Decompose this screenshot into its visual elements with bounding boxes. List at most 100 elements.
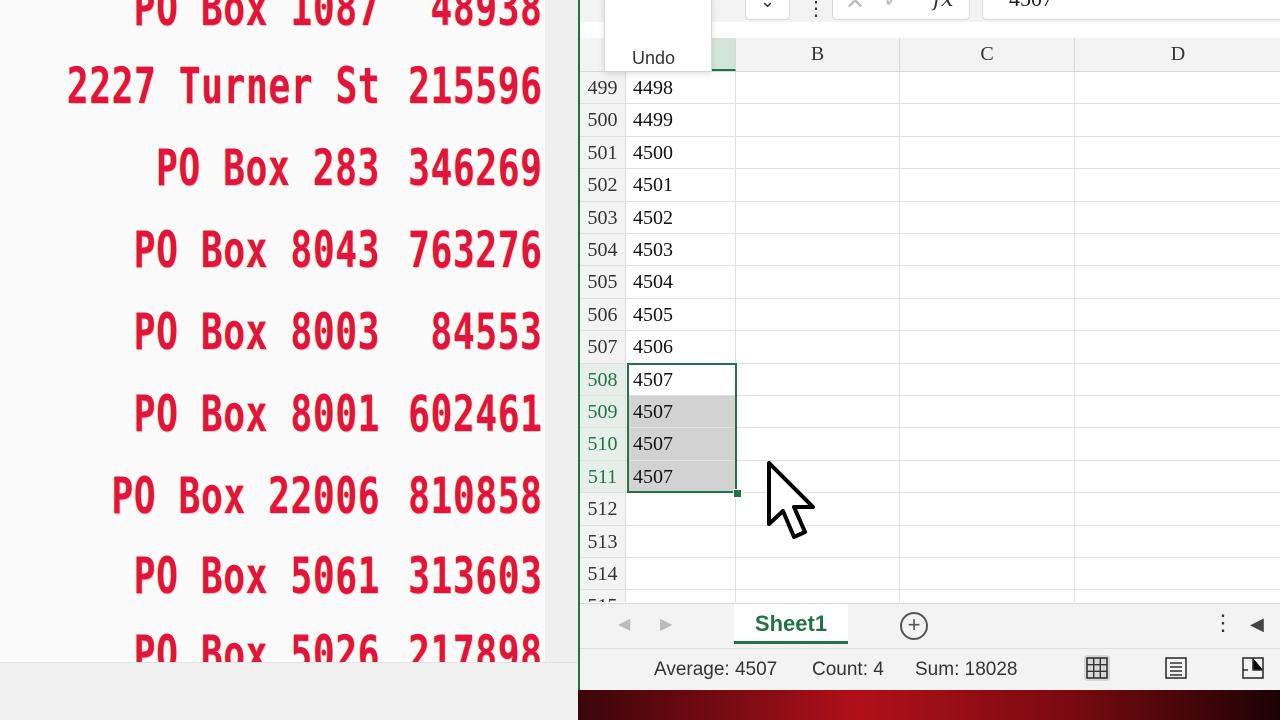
undo-tooltip[interactable]: Undo — [604, 0, 712, 72]
cell-a[interactable] — [628, 558, 736, 590]
row-header[interactable]: 506 — [580, 298, 626, 331]
page-break-view-icon[interactable] — [1240, 655, 1266, 681]
cell-c[interactable] — [900, 104, 1075, 136]
cell-a[interactable]: 4501 — [628, 169, 736, 201]
name-box-dropdown[interactable]: ⌄ — [745, 0, 790, 20]
cell-a[interactable]: 4507 — [628, 428, 736, 460]
cell-b[interactable] — [736, 363, 900, 395]
row-header[interactable]: 505 — [580, 266, 626, 298]
cell-b[interactable] — [736, 104, 900, 136]
address-number: 346269 — [408, 139, 543, 197]
address-row: PO Box 5061 313603 — [0, 536, 545, 616]
cancel-icon[interactable]: ✕ — [845, 0, 865, 16]
cell-a[interactable]: 4504 — [628, 266, 736, 298]
row-header[interactable]: 511 — [580, 460, 626, 493]
cell-c[interactable] — [900, 558, 1075, 590]
cell-a[interactable]: 4502 — [628, 201, 736, 233]
cell-c[interactable] — [900, 169, 1075, 201]
cell-c[interactable] — [900, 72, 1075, 104]
row-header[interactable]: 507 — [580, 331, 626, 363]
cell-b[interactable] — [736, 298, 900, 331]
cell-c[interactable] — [900, 266, 1075, 298]
address-text: PO Box 1087 — [133, 0, 380, 37]
address-row: PO Box 8001 602461 — [0, 374, 545, 454]
column-header-b[interactable]: B — [736, 38, 900, 71]
cell-c[interactable] — [900, 136, 1075, 169]
row-header[interactable]: 514 — [580, 558, 626, 590]
row-header[interactable]: 503 — [580, 201, 626, 233]
cell-a[interactable] — [628, 493, 736, 525]
row-header[interactable]: 499 — [580, 72, 626, 104]
formula-input[interactable]: 4507 — [982, 0, 1280, 20]
cell-a[interactable]: 4499 — [628, 104, 736, 136]
fill-handle[interactable] — [733, 489, 742, 498]
sheet-tab[interactable]: Sheet1 — [734, 604, 848, 644]
table-row: 505 4504 — [580, 266, 1280, 299]
cell-a[interactable]: 4507 — [628, 396, 736, 428]
table-row: 503 4502 — [580, 201, 1280, 234]
more-options-icon[interactable]: ⋮ — [806, 0, 826, 21]
cell-a[interactable]: 4507 — [628, 363, 736, 395]
cell-a[interactable]: 4505 — [628, 298, 736, 331]
row-header[interactable]: 504 — [580, 234, 626, 266]
spreadsheet-grid[interactable]: 499 4498 500 4499 501 4500 502 4501 503 4502 504 45… — [580, 72, 1280, 602]
cell-c[interactable] — [900, 493, 1075, 525]
row-header[interactable]: 508 — [580, 363, 626, 395]
cell-b[interactable] — [736, 234, 900, 266]
cell-a[interactable] — [628, 525, 736, 557]
cell-c[interactable] — [900, 201, 1075, 233]
cell-c[interactable] — [900, 428, 1075, 460]
row-header[interactable]: 501 — [580, 136, 626, 169]
row-header[interactable]: 512 — [580, 493, 626, 525]
cell-b[interactable] — [736, 396, 900, 428]
cell-c[interactable] — [900, 234, 1075, 266]
cell-a[interactable]: 4500 — [628, 136, 736, 169]
table-row: 511 4507 — [580, 460, 1280, 494]
cell-c[interactable] — [900, 590, 1075, 602]
cell-c[interactable] — [900, 298, 1075, 331]
row-header[interactable]: 515 — [580, 590, 626, 602]
cell-a[interactable]: 4507 — [628, 460, 736, 493]
cell-b[interactable] — [736, 558, 900, 590]
cell-c[interactable] — [900, 396, 1075, 428]
sheet-tab-bar: ◀ ▶ Sheet1 + ⋮ ◀ — [580, 603, 1280, 648]
tab-options-icon[interactable]: ⋮ — [1212, 610, 1234, 636]
row-header[interactable]: 513 — [580, 525, 626, 557]
prev-sheet-icon[interactable]: ◀ — [618, 614, 630, 634]
address-row: PO Box 1087 48938 — [0, 0, 545, 48]
cell-a[interactable]: 4503 — [628, 234, 736, 266]
enter-check-icon[interactable]: ✓ — [883, 0, 901, 13]
cell-b[interactable] — [736, 72, 900, 104]
column-header-c[interactable]: C — [900, 38, 1075, 71]
table-row: 501 4500 — [580, 136, 1280, 170]
row-header[interactable]: 510 — [580, 428, 626, 460]
row-header[interactable]: 500 — [580, 104, 626, 136]
row-header[interactable]: 502 — [580, 169, 626, 201]
normal-view-icon[interactable] — [1084, 655, 1110, 681]
cell-c[interactable] — [900, 460, 1075, 493]
cell-a[interactable]: 4506 — [628, 331, 736, 363]
cell-a[interactable]: 4498 — [628, 72, 736, 104]
page-layout-view-icon[interactable] — [1163, 655, 1189, 681]
add-sheet-icon[interactable]: + — [900, 612, 928, 640]
column-header-d[interactable]: D — [1075, 38, 1280, 71]
cell-b[interactable] — [736, 428, 900, 460]
address-text: PO Box 5061 — [133, 547, 380, 605]
table-row: 504 4503 — [580, 234, 1280, 267]
cell-c[interactable] — [900, 331, 1075, 363]
row-header[interactable]: 509 — [580, 396, 626, 428]
scroll-left-icon[interactable]: ◀ — [1250, 614, 1264, 635]
cell-b[interactable] — [736, 331, 900, 363]
cell-b[interactable] — [736, 201, 900, 233]
table-row: 506 4505 — [580, 298, 1280, 332]
insert-function-icon[interactable]: fx — [933, 0, 954, 12]
cell-b[interactable] — [736, 136, 900, 169]
cell-b[interactable] — [736, 169, 900, 201]
cell-b[interactable] — [736, 590, 900, 602]
table-row: 507 4506 — [580, 331, 1280, 364]
next-sheet-icon[interactable]: ▶ — [660, 614, 672, 634]
cell-c[interactable] — [900, 363, 1075, 395]
cell-a[interactable] — [628, 590, 736, 602]
cell-b[interactable] — [736, 266, 900, 298]
cell-c[interactable] — [900, 525, 1075, 557]
